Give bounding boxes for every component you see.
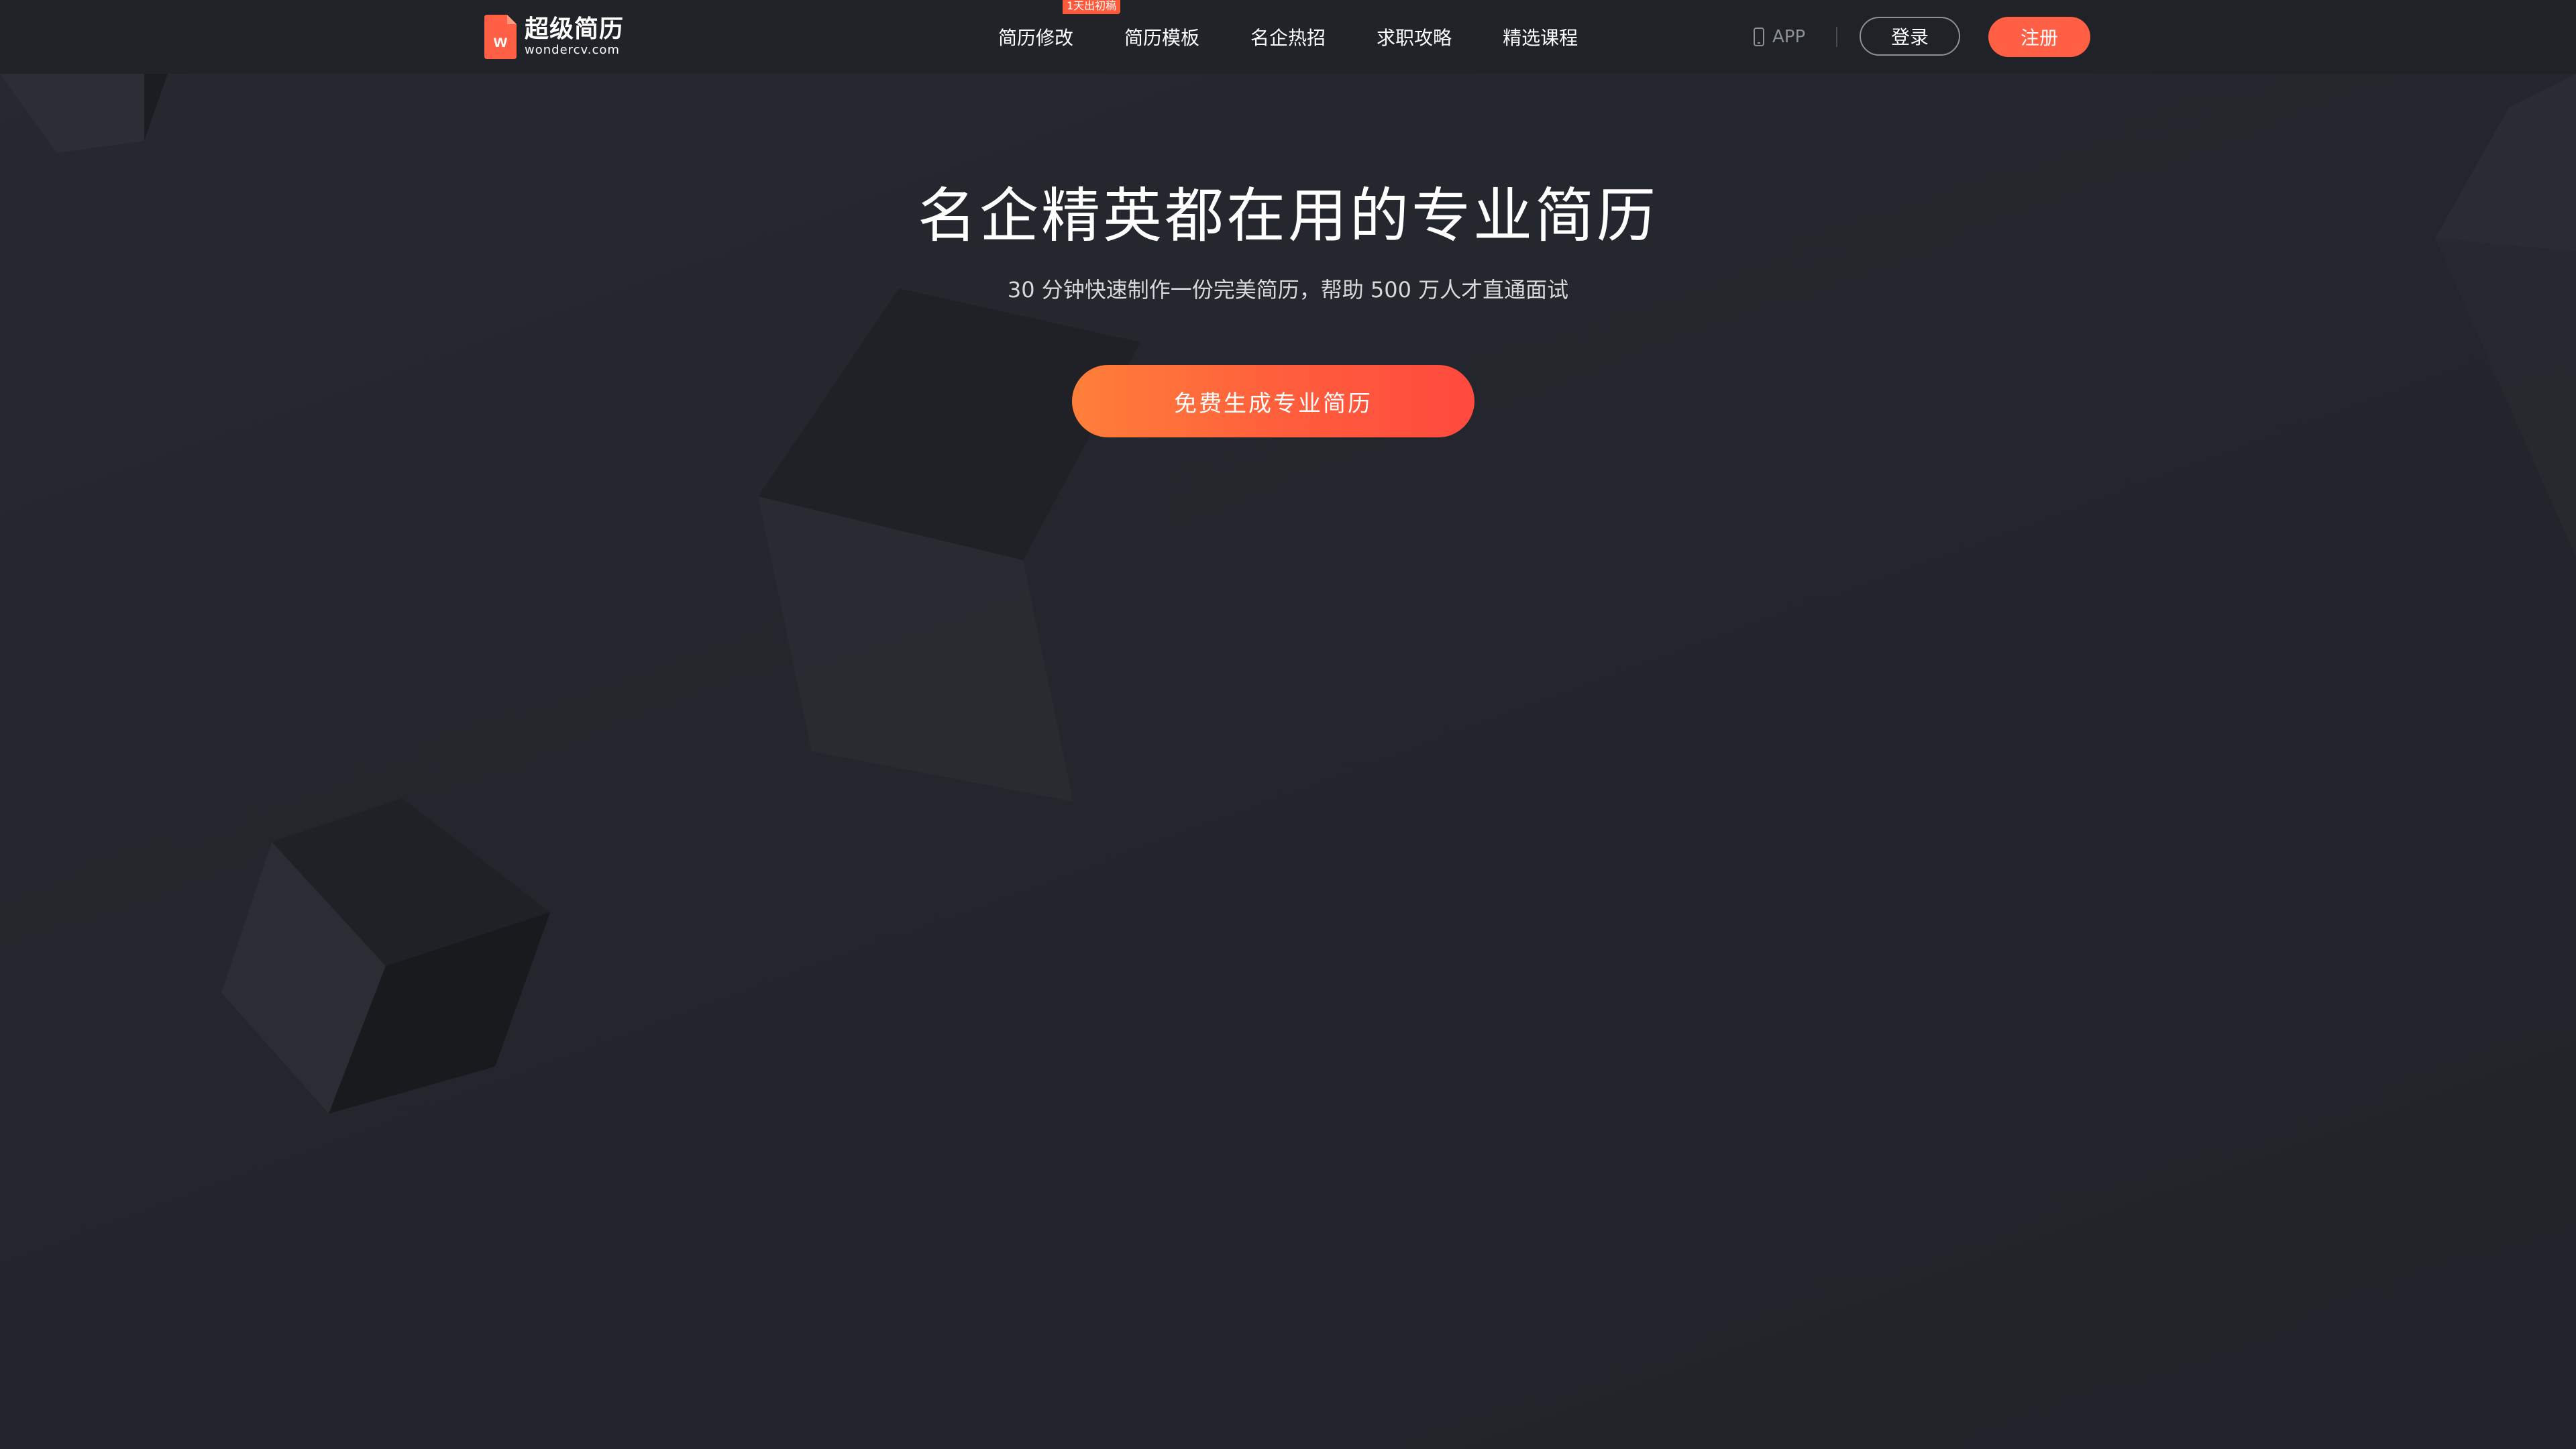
nav-badge: 1天出初稿: [1063, 0, 1121, 14]
nav-item-label: 简历模板: [1124, 27, 1200, 49]
nav-item-label: 简历修改: [998, 27, 1074, 49]
cube-right: [2435, 74, 2576, 557]
nav-item-courses[interactable]: 精选课程: [1503, 23, 1578, 50]
logo-domain: wondercv.com: [525, 43, 620, 57]
nav-item-job-guide[interactable]: 求职攻略: [1377, 23, 1452, 50]
login-button[interactable]: 登录: [1860, 17, 1960, 56]
hero-title: 名企精英都在用的专业简历: [917, 181, 1658, 250]
register-button[interactable]: 注册: [1988, 17, 2090, 57]
site-logo[interactable]: w 超级简历 wondercv.com: [484, 13, 624, 60]
nav-item-label: 精选课程: [1503, 27, 1578, 49]
phone-icon: [1754, 28, 1764, 46]
logo-name: 超级简历: [525, 15, 625, 43]
nav-item-templates[interactable]: 简历模板: [1124, 23, 1199, 50]
nav-item-label: 求职攻略: [1377, 27, 1452, 49]
logo-text: 超级简历 wondercv.com: [525, 16, 624, 58]
nav-item-hot-jobs[interactable]: 名企热招: [1250, 23, 1326, 50]
hero-subtitle: 30 分钟快速制作一份完美简历，帮助 500 万人才直通面试: [1007, 277, 1569, 303]
nav-item-resume-edit[interactable]: 简历修改 1天出初稿: [998, 0, 1121, 50]
main-menu: 简历修改 1天出初稿 简历模板 名企热招 求职攻略 精选课程: [998, 0, 1629, 74]
app-download-link[interactable]: APP: [1754, 24, 1805, 50]
nav-item-label: 名企热招: [1250, 27, 1326, 49]
cube-bottom-left: [221, 798, 550, 1114]
nav-divider: [1836, 27, 1837, 47]
create-resume-button[interactable]: 免费生成专业简历: [1072, 365, 1474, 437]
svg-text:w: w: [493, 31, 508, 51]
cube-top-left: [0, 74, 168, 153]
app-label: APP: [1772, 27, 1806, 47]
top-nav: w 超级简历 wondercv.com 简历修改 1天出初稿 简历模板 名企热招…: [0, 0, 2576, 74]
landing-page: w 超级简历 wondercv.com 简历修改 1天出初稿 简历模板 名企热招…: [0, 0, 2576, 1449]
wondercv-logo-icon: w: [484, 15, 517, 59]
